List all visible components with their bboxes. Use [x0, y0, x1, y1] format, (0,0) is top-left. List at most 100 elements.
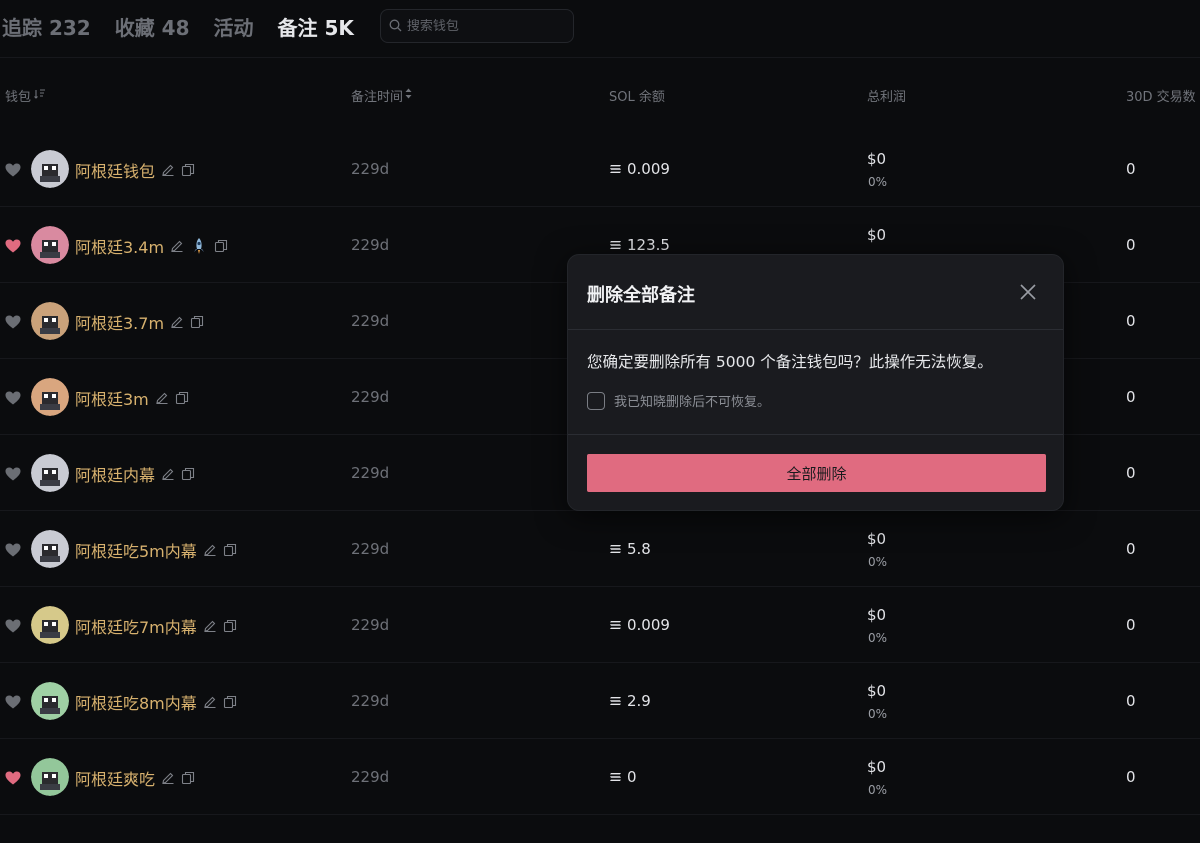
note-time: 229d	[351, 160, 390, 178]
sol-balance: 5.8	[609, 540, 651, 558]
copy-icon[interactable]	[175, 391, 189, 405]
wallet-name[interactable]: 阿根廷钱包	[75, 158, 195, 182]
table-row[interactable]: 阿根廷吃8m内幕 229d 2.9 $0 0% 0	[0, 663, 1200, 739]
edit-pencil-icon[interactable]	[203, 543, 217, 557]
dialog-title: 删除全部备注	[587, 285, 695, 306]
tab-activity[interactable]: 活动	[214, 12, 254, 41]
total-profit: $0	[867, 530, 887, 548]
profit-percent: 0%	[868, 707, 888, 721]
wallet-name[interactable]: 阿根廷吃8m内幕	[75, 690, 237, 714]
edit-pencil-icon[interactable]	[170, 315, 184, 329]
favorite-heart-icon[interactable]	[5, 618, 21, 633]
edit-pencil-icon[interactable]	[155, 391, 169, 405]
wallet-name[interactable]: 阿根廷吃5m内幕	[75, 538, 237, 562]
edit-pencil-icon[interactable]	[203, 619, 217, 633]
edit-pencil-icon[interactable]	[161, 467, 175, 481]
sol-balance: 0.009	[609, 160, 670, 178]
avatar[interactable]	[31, 378, 69, 416]
tab-tracking[interactable]: 追踪 232	[2, 12, 91, 41]
tab-notes[interactable]: 备注 5K	[278, 12, 354, 41]
solana-icon	[610, 165, 621, 173]
total-profit: $0	[867, 606, 887, 624]
note-time: 229d	[351, 692, 390, 710]
avatar[interactable]	[31, 454, 69, 492]
avatar[interactable]	[31, 150, 69, 188]
avatar[interactable]	[31, 682, 69, 720]
sol-balance-value: 2.9	[627, 692, 651, 710]
favorite-heart-icon[interactable]	[5, 542, 21, 557]
header-sol-balance[interactable]: SOL 余额	[609, 86, 665, 105]
profit-percent: 0%	[868, 175, 888, 189]
wallet-name-label: 阿根廷3m	[75, 390, 149, 409]
avatar[interactable]	[31, 606, 69, 644]
solana-icon	[610, 621, 621, 629]
edit-pencil-icon[interactable]	[161, 163, 175, 177]
note-time: 229d	[351, 464, 390, 482]
header-note-time[interactable]: 备注时间	[351, 86, 412, 105]
header-note-time-label: 备注时间	[351, 90, 404, 105]
favorite-heart-icon[interactable]	[5, 390, 21, 405]
sol-balance: 0.009	[609, 616, 670, 634]
profit-percent: 0%	[868, 783, 888, 797]
tx-count-30d: 0	[1126, 160, 1136, 178]
delete-all-button[interactable]: 全部删除	[587, 454, 1046, 492]
wallet-name-label: 阿根廷吃5m内幕	[75, 542, 197, 561]
copy-icon[interactable]	[223, 619, 237, 633]
favorite-heart-icon[interactable]	[5, 314, 21, 329]
edit-pencil-icon[interactable]	[161, 771, 175, 785]
note-time: 229d	[351, 540, 390, 558]
copy-icon[interactable]	[223, 543, 237, 557]
avatar[interactable]	[31, 758, 69, 796]
tx-count-30d: 0	[1126, 616, 1136, 634]
avatar[interactable]	[31, 226, 69, 264]
header-30d-tx[interactable]: 30D 交易数	[1126, 86, 1196, 105]
table-row[interactable]: 阿根廷爽吃 229d 0 $0 0% 0	[0, 739, 1200, 815]
copy-icon[interactable]	[223, 695, 237, 709]
header-total-profit[interactable]: 总利润	[867, 86, 906, 105]
copy-icon[interactable]	[181, 467, 195, 481]
copy-icon[interactable]	[181, 163, 195, 177]
sort-icon[interactable]	[405, 88, 412, 103]
acknowledge-checkbox-row[interactable]: 我已知晓删除后不可恢复。	[587, 391, 770, 410]
table-row[interactable]: 阿根廷钱包 229d 0.009 $0 0% 0	[0, 131, 1200, 207]
wallet-name-label: 阿根廷钱包	[75, 162, 156, 181]
favorite-heart-icon[interactable]	[5, 162, 21, 177]
wallet-name[interactable]: 阿根廷爽吃	[75, 766, 195, 790]
tx-count-30d: 0	[1126, 236, 1136, 254]
avatar[interactable]	[31, 530, 69, 568]
rocket-badge-icon	[190, 237, 208, 255]
wallet-name-label: 阿根廷3.7m	[75, 314, 165, 333]
dialog-message: 您确定要删除所有 5000 个备注钱包吗？此操作无法恢复。	[587, 353, 993, 371]
acknowledge-label: 我已知晓删除后不可恢复。	[614, 395, 771, 410]
solana-icon	[610, 545, 621, 553]
wallet-name[interactable]: 阿根廷内幕	[75, 462, 195, 486]
wallet-name[interactable]: 阿根廷3m	[75, 386, 189, 410]
tx-count-30d: 0	[1126, 464, 1136, 482]
search-icon	[389, 17, 402, 36]
edit-pencil-icon[interactable]	[170, 239, 184, 253]
note-time: 229d	[351, 388, 390, 406]
favorite-heart-icon[interactable]	[5, 466, 21, 481]
favorite-heart-icon[interactable]	[5, 770, 21, 785]
wallet-name[interactable]: 阿根廷3.4m	[75, 234, 228, 258]
close-icon[interactable]	[1019, 283, 1037, 301]
acknowledge-checkbox[interactable]	[587, 391, 605, 410]
dialog-divider-bottom	[568, 434, 1063, 435]
table-row[interactable]: 阿根廷吃5m内幕 229d 5.8 $0 0% 0	[0, 511, 1200, 587]
copy-icon[interactable]	[214, 239, 228, 253]
favorite-heart-icon[interactable]	[5, 694, 21, 709]
favorite-heart-icon[interactable]	[5, 238, 21, 253]
search-input[interactable]	[406, 18, 567, 34]
tab-favorites[interactable]: 收藏 48	[115, 12, 190, 41]
wallet-name[interactable]: 阿根廷吃7m内幕	[75, 614, 237, 638]
copy-icon[interactable]	[181, 771, 195, 785]
wallet-name-label: 阿根廷内幕	[75, 466, 156, 485]
filter-icon[interactable]	[34, 88, 47, 104]
table-row[interactable]: 阿根廷吃7m内幕 229d 0.009 $0 0% 0	[0, 587, 1200, 663]
edit-pencil-icon[interactable]	[203, 695, 217, 709]
search-box[interactable]	[379, 9, 574, 43]
wallet-name[interactable]: 阿根廷3.7m	[75, 310, 204, 334]
avatar[interactable]	[31, 302, 69, 340]
header-wallet[interactable]: 钱包	[5, 86, 47, 105]
copy-icon[interactable]	[190, 315, 204, 329]
